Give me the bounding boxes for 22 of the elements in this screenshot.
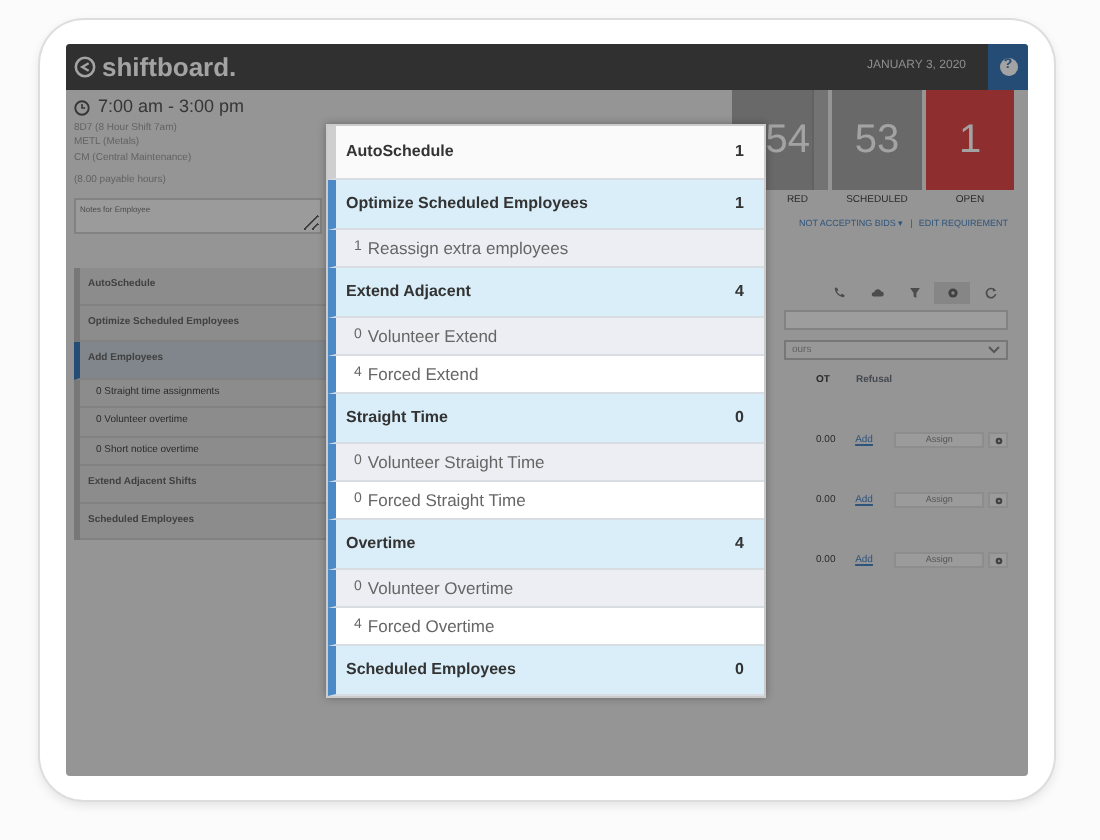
group-row[interactable]: Overtime 4 <box>328 520 764 570</box>
settings-button[interactable] <box>988 432 1008 449</box>
phone-icon <box>831 286 845 301</box>
logo-icon <box>74 56 96 78</box>
stat-tile: 1 <box>926 90 1014 190</box>
group-row[interactable]: Extend Adjacent 4 <box>328 268 764 318</box>
shift-time: 7:00 am - 3:00 pm <box>98 94 245 120</box>
dialog-header[interactable]: AutoSchedule 1 <box>328 126 764 180</box>
refresh-icon <box>983 286 997 301</box>
filter-icon <box>907 286 921 301</box>
logo: shiftboard. <box>102 49 237 86</box>
settings-button[interactable] <box>988 492 1008 509</box>
cloud-icon <box>869 286 883 301</box>
chevron-icon <box>988 346 1000 355</box>
group-row[interactable]: Straight Time 0 <box>328 394 764 444</box>
stat-tile: 53 <box>832 90 922 190</box>
clock-icon <box>74 99 90 116</box>
toolbar-button[interactable] <box>934 282 970 305</box>
settings-button[interactable] <box>988 552 1008 569</box>
group-row[interactable]: Scheduled Employees 0 <box>328 646 764 696</box>
search-field[interactable] <box>784 310 1008 331</box>
group-row[interactable]: Optimize Scheduled Employees 1 <box>328 180 764 230</box>
